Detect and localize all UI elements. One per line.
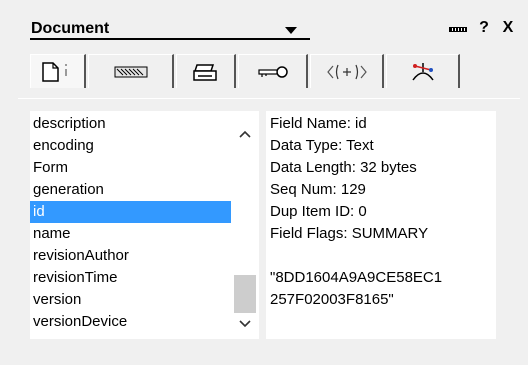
chevron-up-icon: [239, 130, 251, 138]
field-info-panel: Field Name: id Data Type: Text Data Leng…: [266, 111, 496, 339]
list-item[interactable]: generation: [30, 179, 231, 201]
list-item[interactable]: Form: [30, 157, 231, 179]
tab-fields[interactable]: [88, 54, 174, 88]
properties-tabs: [30, 54, 460, 88]
data-length-text: Data Length: 32 bytes: [270, 159, 417, 176]
field-flags-text: Field Flags: SUMMARY: [270, 225, 429, 242]
list-item[interactable]: description: [30, 113, 231, 135]
dock-button[interactable]: [446, 18, 470, 38]
seq-num-text: Seq Num: 129: [270, 181, 366, 198]
chevron-down-icon: [239, 320, 251, 328]
field-value-line-1: "8DD1604A9A9CE58EC1: [270, 269, 443, 286]
list-item[interactable]: revisionTime: [30, 267, 231, 289]
tab-content-area: description encoding Form generation id …: [18, 98, 520, 344]
list-item[interactable]: versionDevice: [30, 311, 231, 333]
scroll-down-button[interactable]: [238, 317, 252, 331]
scroll-thumb[interactable]: [234, 275, 256, 313]
list-item-selected[interactable]: id: [30, 201, 231, 223]
title-bar: Document ? X: [0, 0, 528, 44]
list-item[interactable]: revisionAuthor: [30, 245, 231, 267]
dup-item-id-text: Dup Item ID: 0: [270, 203, 367, 220]
list-item[interactable]: name: [30, 223, 231, 245]
tab-document-info[interactable]: [30, 54, 86, 88]
fields-icon: [114, 66, 147, 77]
data-type-text: Data Type: Text: [270, 137, 374, 154]
properties-type-dropdown[interactable]: Document: [30, 16, 310, 40]
close-button[interactable]: X: [499, 18, 517, 38]
document-properties-panel: Document ? X description encoding Form g…: [0, 0, 528, 365]
printer-icon: [192, 63, 217, 81]
list-item[interactable]: encoding: [30, 135, 231, 157]
tab-html-tags[interactable]: [310, 54, 384, 88]
field-value-line-2: 257F02003F8165": [270, 291, 394, 308]
help-button[interactable]: ?: [476, 18, 492, 38]
fields-list: description encoding Form generation id …: [30, 113, 231, 333]
list-scrollbar[interactable]: [231, 111, 259, 339]
tab-print[interactable]: [176, 54, 236, 88]
document-icon: [41, 61, 67, 82]
tab-security[interactable]: [238, 54, 308, 88]
html-tags-icon: [326, 64, 367, 79]
list-item[interactable]: version: [30, 289, 231, 311]
design-icon: [411, 62, 434, 80]
fields-listbox[interactable]: description encoding Form generation id …: [30, 111, 259, 339]
scroll-up-button[interactable]: [238, 127, 252, 141]
key-icon: [257, 65, 288, 78]
chevron-down-icon: [285, 27, 297, 34]
dock-icon: [449, 27, 467, 32]
tab-design[interactable]: [386, 54, 460, 88]
field-name-text: Field Name: id: [270, 115, 367, 132]
dropdown-selected-value: Document: [31, 20, 110, 37]
